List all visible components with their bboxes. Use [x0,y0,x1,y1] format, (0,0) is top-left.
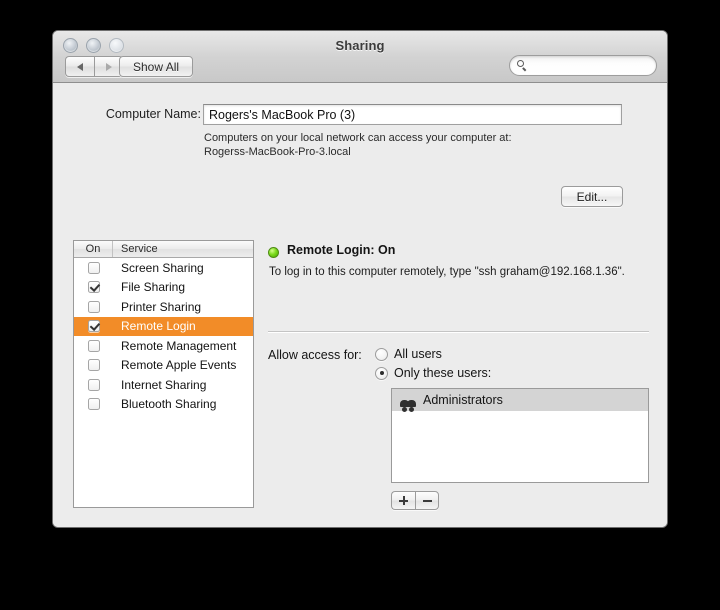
service-enabled-checkbox[interactable] [74,300,113,313]
service-name-label: Remote Management [121,338,237,353]
preferences-content: Computer Name: Computers on your local n… [53,83,667,527]
navigation-buttons [65,56,123,77]
search-icon [517,60,528,72]
network-access-line: Computers on your local network can acce… [204,132,512,144]
checkbox-unchecked-icon [87,300,100,313]
checkbox-unchecked-icon [87,378,100,391]
service-list-rows: Screen Sharing File Sharing Printer Sharin… [74,258,253,414]
radio-only-these-users[interactable]: Only these users: [375,366,491,380]
chevron-left-icon [77,62,83,71]
radio-all-users-label: All users [394,347,442,361]
checkbox-unchecked-icon [87,398,100,411]
search-field[interactable] [509,55,657,76]
add-user-button[interactable] [391,491,415,510]
minus-icon [422,499,432,502]
service-enabled-checkbox[interactable] [74,261,113,274]
checkbox-checked-icon [87,281,100,294]
service-name-label: Printer Sharing [121,299,202,314]
service-row[interactable]: Internet Sharing [74,375,253,395]
service-list-header: On Service [74,241,253,258]
computer-name-input[interactable] [203,104,622,125]
service-enabled-checkbox[interactable] [74,398,113,411]
service-row[interactable]: Remote Login [74,316,253,336]
plus-icon [399,496,408,505]
service-enabled-checkbox[interactable] [74,378,113,391]
computer-name-label: Computer Name: [105,107,201,121]
service-row[interactable]: Bluetooth Sharing [74,395,253,415]
allowed-users-list[interactable]: Administrators [391,388,649,483]
service-name-label: File Sharing [121,280,186,295]
local-hostname: Rogerss-MacBook-Pro-3.local [204,146,351,158]
service-name-label: Internet Sharing [121,377,207,392]
allowed-user-label: Administrators [423,393,503,407]
checkbox-unchecked-icon [87,339,100,352]
service-status-indicator [268,247,279,258]
edit-hostname-button[interactable]: Edit... [561,186,623,207]
service-enabled-checkbox[interactable] [74,320,113,333]
group-icon [400,394,416,412]
back-button[interactable] [65,56,94,77]
checkbox-unchecked-icon [87,359,100,372]
service-row[interactable]: Printer Sharing [74,297,253,317]
service-name-label: Remote Apple Events [121,358,237,373]
window-titlebar: Sharing Show All [53,31,667,83]
service-name-label: Remote Login [121,319,196,334]
column-header-on: On [74,241,113,257]
checkbox-checked-icon [87,320,100,333]
service-status-description: To log in to this computer remotely, typ… [269,266,625,278]
service-enabled-checkbox[interactable] [74,281,113,294]
chevron-right-icon [105,62,112,71]
allowed-user-row[interactable]: Administrators [392,389,648,412]
radio-only-these-users-label: Only these users: [394,366,492,380]
allowed-users-rows: Administrators [392,389,648,412]
show-all-button[interactable]: Show All [119,56,194,77]
search-input[interactable] [532,59,656,72]
radio-only-these-users-control[interactable] [375,366,388,380]
column-header-service: Service [121,243,158,255]
service-status-title: Remote Login: On [287,243,396,257]
computer-name-description: Computers on your local network can acce… [204,131,594,159]
section-divider [268,331,649,333]
service-name-label: Screen Sharing [121,260,204,275]
remove-user-button[interactable] [415,491,439,510]
service-row[interactable]: File Sharing [74,278,253,298]
window-title: Sharing [335,38,385,53]
radio-all-users-control[interactable] [375,347,388,361]
sharing-preferences-window: Sharing Show All Computer Name: Computer… [52,30,668,528]
allow-access-label: Allow access for: [268,348,362,362]
radio-all-users[interactable]: All users [375,347,442,361]
service-enabled-checkbox[interactable] [74,359,113,372]
service-row[interactable]: Remote Apple Events [74,356,253,376]
user-list-controls [391,491,439,510]
checkbox-unchecked-icon [87,261,100,274]
service-row[interactable]: Screen Sharing [74,258,253,278]
service-enabled-checkbox[interactable] [74,339,113,352]
service-name-label: Bluetooth Sharing [121,397,217,412]
service-list[interactable]: On Service Screen Sharing File Sharing Pri… [73,240,254,508]
service-row[interactable]: Remote Management [74,336,253,356]
